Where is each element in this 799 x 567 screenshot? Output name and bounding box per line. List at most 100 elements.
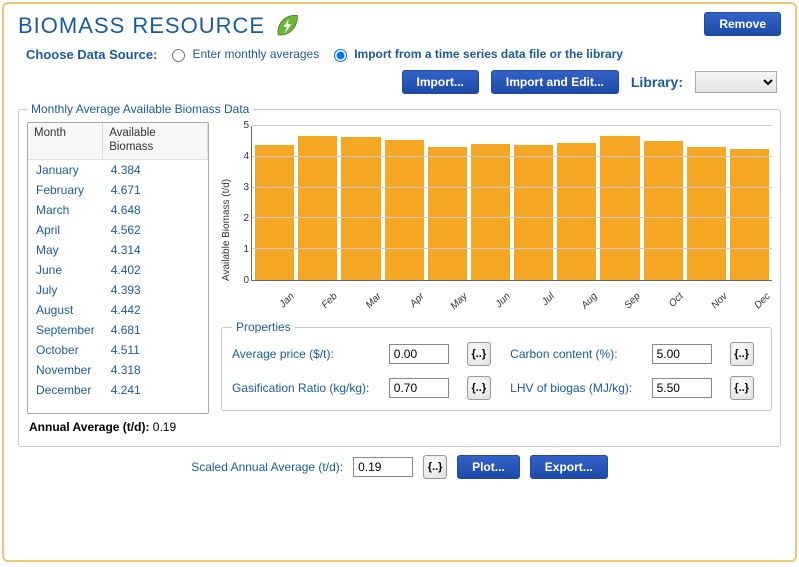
radio-monthly-input[interactable]	[172, 49, 185, 62]
table-row[interactable]: July4.393	[28, 280, 208, 300]
lhv-sensitivity-button[interactable]: {..}	[730, 376, 754, 400]
y-tick: 4	[243, 152, 249, 162]
table-row[interactable]: June4.402	[28, 260, 208, 280]
carbon-sensitivity-button[interactable]: {..}	[730, 342, 754, 366]
chart-bar	[255, 145, 294, 280]
cell-value: 4.314	[103, 240, 208, 260]
cell-month: November	[28, 360, 103, 380]
table-row[interactable]: April4.562	[28, 220, 208, 240]
chart-bar	[385, 140, 424, 281]
chart-bar	[557, 143, 596, 280]
cell-value: 4.384	[103, 159, 208, 180]
import-button[interactable]: Import...	[402, 70, 479, 94]
scaled-annual-input[interactable]	[353, 457, 413, 477]
chart-bar	[471, 144, 510, 280]
cell-value: 4.681	[103, 320, 208, 340]
table-row[interactable]: February4.671	[28, 180, 208, 200]
chart-bar	[687, 147, 726, 280]
chart-x-axis: JanFebMarAprMayJunJulAugSepOctNovDec	[251, 281, 772, 309]
remove-button[interactable]: Remove	[704, 12, 781, 36]
annual-average-label: Annual Average (t/d):	[29, 420, 149, 434]
y-tick: 0	[243, 276, 249, 286]
groupbox-legend: Monthly Average Available Biomass Data	[27, 102, 253, 116]
cell-month: December	[28, 380, 103, 400]
table-row[interactable]: November4.318	[28, 360, 208, 380]
table-row[interactable]: September4.681	[28, 320, 208, 340]
bottom-row: Scaled Annual Average (t/d): {..} Plot..…	[18, 455, 781, 479]
col-header-available-biomass[interactable]: Available Biomass	[103, 123, 208, 159]
plot-button[interactable]: Plot...	[457, 455, 520, 479]
table-row[interactable]: January4.384	[28, 159, 208, 180]
cell-month: June	[28, 260, 103, 280]
radio-import-from-file[interactable]: Import from a time series data file or t…	[329, 46, 623, 62]
cell-value: 4.562	[103, 220, 208, 240]
lhv-biogas-label: LHV of biogas (MJ/kg):	[510, 381, 639, 395]
biomass-resource-panel: BIOMASS RESOURCE Remove Choose Data Sour…	[2, 2, 797, 562]
cell-month: May	[28, 240, 103, 260]
table-row[interactable]: October4.511	[28, 340, 208, 360]
chart-y-axis-label: Available Biomass (t/d)	[221, 122, 235, 312]
gridline	[252, 125, 772, 126]
chart-bar	[600, 136, 639, 280]
chart-bar	[644, 141, 683, 280]
carbon-content-input[interactable]	[652, 344, 712, 364]
cell-value: 4.648	[103, 200, 208, 220]
avg-price-input[interactable]	[389, 344, 449, 364]
data-source-row: Choose Data Source: Enter monthly averag…	[26, 46, 773, 62]
title-area: BIOMASS RESOURCE	[18, 12, 301, 40]
cell-value: 4.671	[103, 180, 208, 200]
chart-bar	[341, 137, 380, 280]
table-row[interactable]: December4.241	[28, 380, 208, 400]
leaf-bolt-icon	[273, 12, 301, 40]
cell-month: September	[28, 320, 103, 340]
gridline	[252, 156, 772, 157]
annual-average-value: 0.19	[149, 420, 176, 434]
radio-import-label: Import from a time series data file or t…	[354, 47, 623, 61]
chart-bars	[252, 126, 772, 280]
choose-data-source-label: Choose Data Source:	[26, 47, 157, 62]
data-section: Month Available Biomass January4.384Febr…	[27, 122, 772, 414]
gridline	[252, 248, 772, 249]
page-title: BIOMASS RESOURCE	[18, 13, 265, 39]
y-tick: 2	[243, 214, 249, 224]
chart-column: Available Biomass (t/d) 012345 JanFebMar…	[221, 122, 772, 414]
cell-month: July	[28, 280, 103, 300]
carbon-content-label: Carbon content (%):	[510, 347, 639, 361]
biomass-table[interactable]: Month Available Biomass January4.384Febr…	[27, 122, 209, 414]
header-row: BIOMASS RESOURCE Remove	[18, 12, 781, 40]
cell-value: 4.442	[103, 300, 208, 320]
cell-value: 4.511	[103, 340, 208, 360]
cell-value: 4.393	[103, 280, 208, 300]
chart-y-axis: 012345	[235, 126, 251, 281]
table-row[interactable]: August4.442	[28, 300, 208, 320]
scaled-annual-sensitivity-button[interactable]: {..}	[423, 455, 447, 479]
cell-month: February	[28, 180, 103, 200]
cell-value: 4.402	[103, 260, 208, 280]
avg-price-label: Average price ($/t):	[232, 347, 377, 361]
table-row[interactable]: March4.648	[28, 200, 208, 220]
table-row[interactable]: May4.314	[28, 240, 208, 260]
y-tick: 5	[243, 121, 249, 131]
export-button[interactable]: Export...	[530, 455, 608, 479]
radio-import-input[interactable]	[334, 49, 347, 62]
col-header-month[interactable]: Month	[28, 123, 103, 159]
cell-month: April	[28, 220, 103, 240]
library-select[interactable]	[695, 71, 777, 93]
chart-bar	[730, 149, 769, 280]
radio-monthly-averages[interactable]: Enter monthly averages	[167, 46, 319, 62]
scaled-annual-label: Scaled Annual Average (t/d):	[191, 460, 343, 474]
chart-plot-area: JanFebMarAprMayJunJulAugSepOctNovDec	[251, 122, 772, 312]
gas-ratio-sensitivity-button[interactable]: {..}	[467, 376, 491, 400]
avg-price-sensitivity-button[interactable]: {..}	[467, 342, 491, 366]
library-label: Library:	[631, 74, 683, 90]
gasification-ratio-input[interactable]	[389, 378, 449, 398]
chart-bar	[298, 136, 337, 280]
lhv-biogas-input[interactable]	[652, 378, 712, 398]
import-row: Import... Import and Edit... Library:	[18, 70, 781, 94]
monthly-biomass-groupbox: Monthly Average Available Biomass Data M…	[18, 102, 781, 447]
gasification-ratio-label: Gasification Ratio (kg/kg):	[232, 381, 377, 395]
properties-grid: Average price ($/t): {..} Carbon content…	[232, 342, 761, 400]
import-and-edit-button[interactable]: Import and Edit...	[491, 70, 619, 94]
cell-month: March	[28, 200, 103, 220]
gridline	[252, 187, 772, 188]
